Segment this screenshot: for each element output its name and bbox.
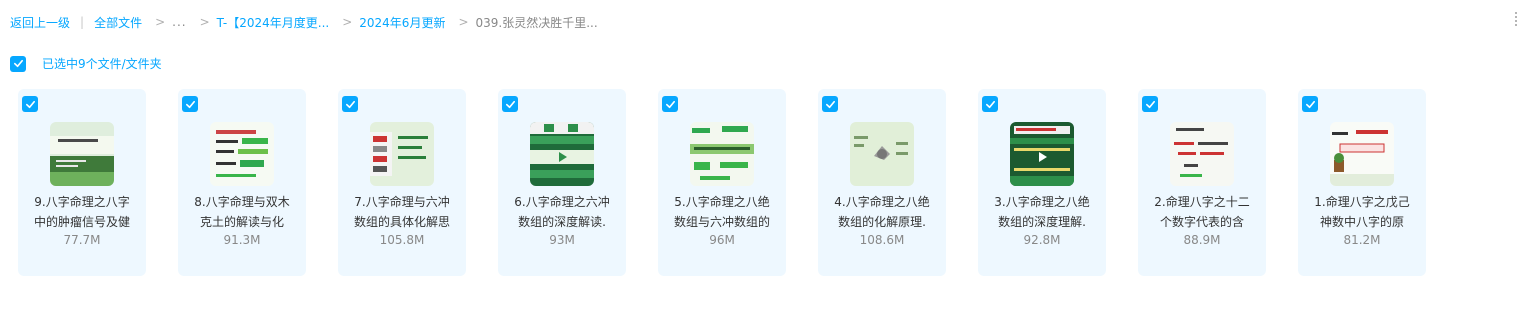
file-name[interactable]: 7.八字命理与六冲 数组的具体化解思 [344, 192, 460, 232]
file-card[interactable]: 3.八字命理之八绝 数组的深度理解. 92.8M [978, 89, 1106, 276]
file-size: 92.8M [1023, 233, 1061, 247]
select-all-checkbox[interactable] [10, 55, 26, 72]
file-name[interactable]: 4.八字命理之八绝 数组的化解原理. [824, 192, 940, 232]
file-name[interactable]: 8.八字命理与双木 克土的解读与化 [184, 192, 300, 232]
file-card[interactable]: 4.八字命理之八绝 数组的化解原理. 108.6M [818, 89, 946, 276]
file-card[interactable]: 2.命理八字之十二 个数字代表的含 88.9M [1138, 89, 1266, 276]
file-name[interactable]: 1.命理八字之戊己 神数中八字的原 [1304, 192, 1420, 232]
file-checkbox[interactable] [342, 96, 358, 112]
crumb-current-folder: 039.张灵然决胜千里... [475, 15, 598, 30]
file-checkbox[interactable] [822, 96, 838, 112]
more-icon[interactable] [1515, 12, 1520, 26]
breadcrumb: 返回上一级 | 全部文件 > ... > T-【2024年月度更... > 20… [10, 12, 598, 32]
video-thumbnail-icon[interactable] [850, 122, 914, 186]
file-name[interactable]: 9.八字命理之八字 中的肿瘤信号及健 [24, 192, 140, 232]
check-icon [185, 100, 195, 108]
video-thumbnail-icon[interactable] [530, 122, 594, 186]
video-thumbnail-icon[interactable] [50, 122, 114, 186]
crumb-folder-2024-monthly[interactable]: T-【2024年月度更... [217, 14, 330, 31]
crumb-all-files[interactable]: 全部文件 [94, 14, 142, 31]
file-name[interactable]: 3.八字命理之八绝 数组的深度理解. [984, 192, 1100, 232]
check-icon [665, 100, 675, 108]
file-checkbox[interactable] [182, 96, 198, 112]
crumb-ellipsis[interactable]: ... [172, 15, 186, 29]
check-icon [825, 100, 835, 108]
file-size: 96M [709, 233, 735, 247]
chevron-right-icon: > [458, 15, 469, 29]
video-thumbnail-icon[interactable] [370, 122, 434, 186]
video-thumbnail-icon[interactable] [690, 122, 754, 186]
file-name[interactable]: 2.命理八字之十二 个数字代表的含 [1144, 192, 1260, 232]
check-icon [13, 59, 23, 68]
file-checkbox[interactable] [662, 96, 678, 112]
file-checkbox[interactable] [1302, 96, 1318, 112]
check-icon [25, 100, 35, 108]
check-icon [345, 100, 355, 108]
video-thumbnail-icon[interactable] [1170, 122, 1234, 186]
file-checkbox[interactable] [1142, 96, 1158, 112]
file-size: 108.6M [859, 233, 905, 247]
chevron-right-icon: > [155, 15, 166, 29]
file-size: 105.8M [379, 233, 425, 247]
file-checkbox[interactable] [22, 96, 38, 112]
file-size: 81.2M [1343, 233, 1381, 247]
file-checkbox[interactable] [502, 96, 518, 112]
file-size: 88.9M [1183, 233, 1221, 247]
check-icon [985, 100, 995, 108]
file-size: 91.3M [223, 233, 261, 247]
check-icon [1145, 100, 1155, 108]
back-link[interactable]: 返回上一级 [10, 14, 70, 31]
file-checkbox[interactable] [982, 96, 998, 112]
selection-bar: 已选中9个文件/文件夹 [10, 55, 162, 72]
file-name[interactable]: 5.八字命理之八绝 数组与六冲数组的 [664, 192, 780, 232]
file-name[interactable]: 6.八字命理之六冲 数组的深度解读. [504, 192, 620, 232]
divider: | [80, 15, 85, 29]
chevron-right-icon: > [199, 15, 210, 29]
crumb-folder-2024-june[interactable]: 2024年6月更新 [359, 14, 445, 31]
file-card[interactable]: 5.八字命理之八绝 数组与六冲数组的 96M [658, 89, 786, 276]
selection-count: 已选中9个文件/文件夹 [42, 57, 162, 71]
check-icon [505, 100, 515, 108]
check-icon [1305, 100, 1315, 108]
file-card[interactable]: 1.命理八字之戊己 神数中八字的原 81.2M [1298, 89, 1426, 276]
file-card[interactable]: 7.八字命理与六冲 数组的具体化解思 105.8M [338, 89, 466, 276]
file-size: 77.7M [63, 233, 101, 247]
file-size: 93M [549, 233, 575, 247]
chevron-right-icon: > [342, 15, 353, 29]
video-thumbnail-icon[interactable] [1010, 122, 1074, 186]
video-thumbnail-icon[interactable] [210, 122, 274, 186]
file-card[interactable]: 9.八字命理之八字 中的肿瘤信号及健 77.7M [18, 89, 146, 276]
file-card[interactable]: 6.八字命理之六冲 数组的深度解读. 93M [498, 89, 626, 276]
video-thumbnail-icon[interactable] [1330, 122, 1394, 186]
file-card[interactable]: 8.八字命理与双木 克土的解读与化 91.3M [178, 89, 306, 276]
